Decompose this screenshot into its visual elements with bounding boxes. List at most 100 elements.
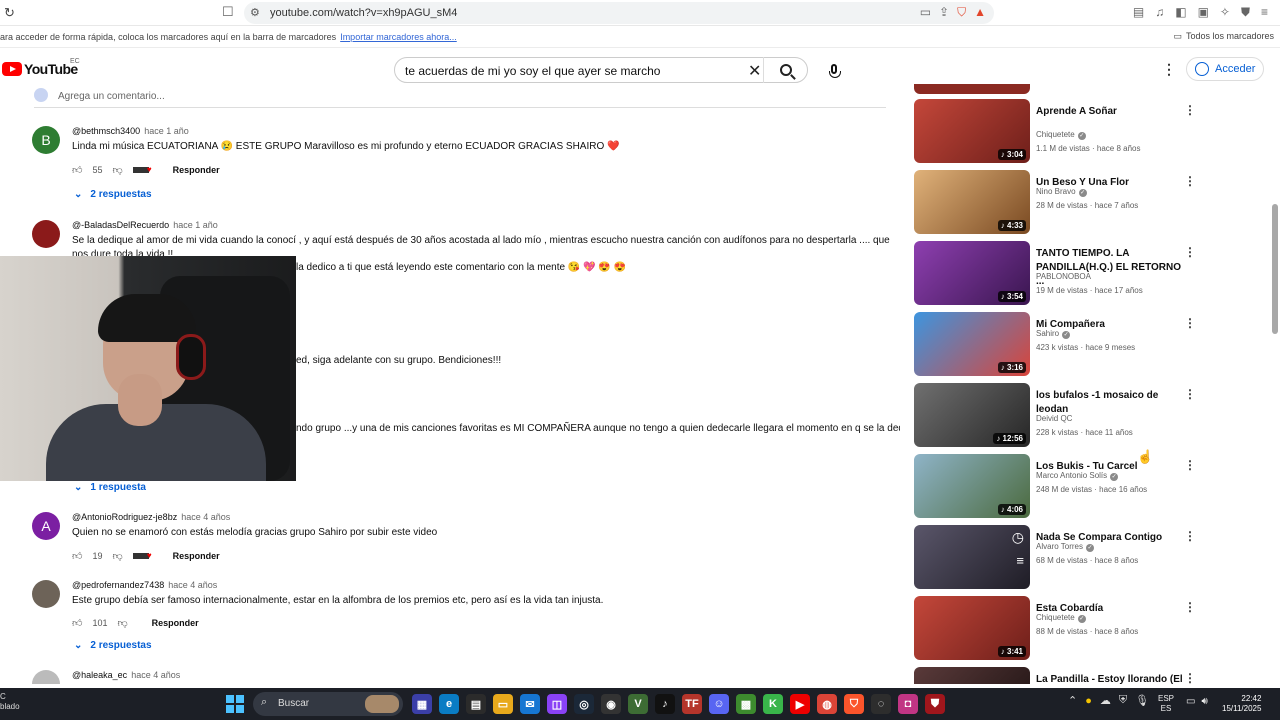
reply-button[interactable]: Responder [173, 551, 220, 561]
settings-menu-icon[interactable]: ⋮ [1162, 61, 1176, 78]
microphone-icon[interactable]: 🎙︎ [1135, 694, 1149, 707]
video-channel[interactable]: Marco Antonio Solís ✓ [1036, 471, 1119, 481]
more-options-icon[interactable]: ⋮ [1184, 458, 1196, 472]
share-icon[interactable]: ⇪ [939, 5, 949, 20]
more-options-icon[interactable]: ⋮ [1184, 387, 1196, 401]
avatar[interactable]: B [32, 126, 60, 154]
video-channel[interactable]: Sahiro ✓ [1036, 329, 1071, 339]
video-channel[interactable]: Deivid QC [1036, 414, 1072, 423]
all-bookmarks-button[interactable]: ▭ Todos los marcadores [1173, 31, 1274, 42]
more-options-icon[interactable]: ⋮ [1184, 671, 1196, 684]
security-icon[interactable]: ⛨ [1119, 694, 1127, 707]
video-thumbnail[interactable]: ◷ ≡ [914, 525, 1030, 589]
voice-search-button[interactable] [822, 57, 846, 81]
dislike-icon[interactable]: 👎︎ [117, 617, 127, 629]
video-channel[interactable]: Chiquetete ✓ [1036, 130, 1086, 140]
taskbar-search[interactable]: ⌕ Buscar [253, 692, 403, 716]
add-comment-placeholder[interactable]: Agrega un comentario... [58, 91, 165, 102]
related-video[interactable]: ♪ 4:06 Los Bukis - Tu Carcel Marco Anton… [914, 454, 1204, 520]
obs-icon[interactable]: ◉ [601, 694, 621, 714]
comment-age[interactable]: hace 4 años [168, 580, 217, 590]
more-options-icon[interactable]: ⋮ [1184, 529, 1196, 543]
video-thumbnail[interactable]: ♪ 3:04 [914, 99, 1030, 163]
video-channel[interactable]: PABLONOBOA [1036, 272, 1091, 281]
avatar[interactable] [32, 220, 60, 248]
related-video[interactable]: ♪ 3:54 TANTO TIEMPO. LA PANDILLA(H.Q.) E… [914, 241, 1204, 307]
video-title[interactable]: La Pandilla - Estoy llorando (El [1036, 673, 1186, 684]
system-clock[interactable]: 22:42 15/11/2025 [1222, 694, 1261, 714]
video-channel[interactable]: Chiquetete ✓ [1036, 613, 1086, 623]
avatar[interactable] [32, 580, 60, 608]
like-icon[interactable]: 👍︎ [72, 164, 82, 176]
comment-author[interactable]: @haleaka_ec [72, 670, 127, 680]
video-thumbnail[interactable]: ♪ 4:06 [914, 454, 1030, 518]
import-bookmarks-link[interactable]: Importar marcadores ahora... [340, 32, 457, 42]
site-settings-icon[interactable]: ⚙ [250, 6, 260, 19]
reader-mode-icon[interactable]: ▤ [1133, 5, 1144, 20]
comment-age[interactable]: hace 1 año [144, 126, 189, 136]
brave-rewards-icon[interactable]: ▲ [974, 5, 986, 20]
brave-shields-icon[interactable]: ⛉ [957, 5, 966, 20]
comment-author[interactable]: @bethmsch3400 [72, 126, 140, 136]
comment-age[interactable]: hace 1 año [173, 220, 218, 230]
media-icon[interactable]: ♫ [1155, 5, 1164, 20]
bookmark-icon[interactable]: ☐ [222, 4, 234, 20]
cast-icon[interactable]: ▭ [920, 5, 931, 20]
search-box[interactable]: te acuerdas de mi yo soy el que ayer se … [394, 57, 808, 83]
ai-icon[interactable]: ✧ [1220, 5, 1230, 20]
comment-author[interactable]: @AntonioRodriguez-je8bz [72, 512, 177, 522]
video-thumbnail[interactable] [914, 84, 1030, 94]
video-title[interactable]: Aprende A Soñar [1036, 105, 1186, 119]
steam-icon[interactable]: ◎ [574, 694, 594, 714]
video-thumbnail[interactable]: ♪ 3:54 [914, 241, 1030, 305]
address-bar[interactable]: ⚙ youtube.com/watch?v=xh9pAGU_sM4 ▭ ⇪ ⛉ … [244, 2, 994, 24]
like-icon[interactable]: 👍︎ [72, 617, 82, 629]
sign-in-button[interactable]: Acceder [1186, 57, 1264, 81]
video-thumbnail[interactable]: ♪ 12:56 [914, 383, 1030, 447]
more-options-icon[interactable]: ⋮ [1184, 245, 1196, 259]
app-tray-icon[interactable]: ● [1085, 695, 1092, 707]
add-comment-box[interactable]: Agrega un comentario... [34, 88, 886, 108]
windows-start-icon[interactable] [226, 695, 244, 713]
dislike-icon[interactable]: 👎︎ [112, 164, 122, 176]
like-icon[interactable]: 👍︎ [72, 550, 82, 562]
comment-author[interactable]: @-BaladasDelRecuerdo [72, 220, 169, 230]
video-thumbnail[interactable]: ♪ 3:16 [914, 312, 1030, 376]
instagram-icon[interactable]: ◘ [898, 694, 918, 714]
comment-author[interactable]: @pedrofernandez7438 [72, 580, 164, 590]
video-channel[interactable]: Nino Bravo ✓ [1036, 187, 1087, 197]
brave-icon[interactable]: ⛉ [844, 694, 864, 714]
related-video[interactable]: La Pandilla - Estoy llorando (El ⋮ [914, 667, 1204, 684]
related-video[interactable]: ◷ ≡ Nada Se Compara Contigo Alvaro Torre… [914, 525, 1204, 591]
search-button[interactable] [763, 57, 807, 83]
video-channel[interactable]: Alvaro Torres ✓ [1036, 542, 1094, 552]
reply-button[interactable]: Responder [173, 165, 220, 175]
video-title[interactable]: TANTO TIEMPO. LA PANDILLA(H.Q.) EL RETOR… [1036, 247, 1186, 289]
dislike-icon[interactable]: 👎︎ [112, 550, 122, 562]
comment-age[interactable]: hace 4 años [181, 512, 230, 522]
tf-icon[interactable]: TF [682, 694, 702, 714]
file-explorer-icon[interactable]: ▭ [493, 694, 513, 714]
more-options-icon[interactable]: ⋮ [1184, 600, 1196, 614]
avatar[interactable] [32, 670, 60, 684]
minecraft-icon[interactable]: ▩ [736, 694, 756, 714]
discord-icon[interactable]: ☺ [709, 694, 729, 714]
page-scrollbar[interactable] [1272, 204, 1278, 334]
game-bar-icon[interactable]: ◌ [871, 694, 891, 714]
task-view-icon[interactable]: ▦ [412, 694, 432, 714]
cloud-icon[interactable]: ☁ [1100, 694, 1111, 707]
video-thumbnail[interactable]: ♪ 4:33 [914, 170, 1030, 234]
search-input[interactable]: te acuerdas de mi yo soy el que ayer se … [405, 64, 660, 78]
video-thumbnail[interactable] [914, 667, 1030, 684]
twitch-icon[interactable]: ◫ [547, 694, 567, 714]
vpn-icon[interactable]: ⛊ [1241, 5, 1250, 20]
more-options-icon[interactable]: ⋮ [1184, 316, 1196, 330]
avatar[interactable]: A [32, 512, 60, 540]
nvidia-icon[interactable]: V [628, 694, 648, 714]
show-replies-button[interactable]: ⌄ 2 respuestas [74, 189, 152, 200]
reload-icon[interactable]: ↻ [4, 5, 15, 21]
language-indicator[interactable]: ESP ES [1158, 694, 1174, 714]
url-text[interactable]: youtube.com/watch?v=xh9pAGU_sM4 [270, 7, 457, 19]
comment-age[interactable]: hace 4 años [131, 670, 180, 680]
show-replies-button[interactable]: ⌄ 1 respuesta [74, 482, 146, 493]
